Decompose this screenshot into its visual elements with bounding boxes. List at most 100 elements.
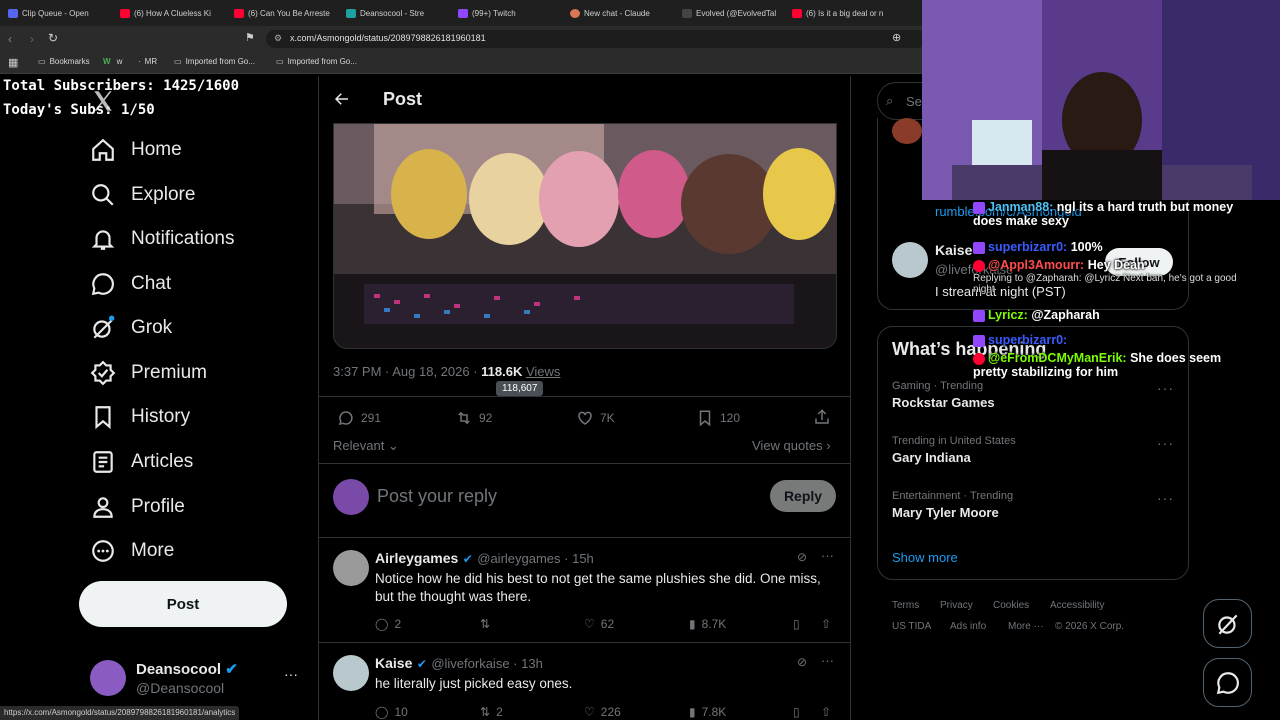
sidebar-item-label: Chat xyxy=(131,273,172,294)
repost-action[interactable]: 92 xyxy=(455,409,492,427)
reply-action[interactable]: ◯ 10 xyxy=(375,705,408,719)
webcam-overlay xyxy=(922,0,1280,200)
browser-tab[interactable]: Deansocool - Stre xyxy=(346,3,446,23)
sidebar-item-chat[interactable]: Chat xyxy=(90,267,171,301)
post-views-link[interactable]: Views xyxy=(526,364,560,379)
trend-more-icon[interactable]: ··· xyxy=(1157,490,1174,506)
repost-action[interactable]: ⇅ 2 xyxy=(480,705,503,719)
browser-tab[interactable]: (99+) Twitch xyxy=(458,3,558,23)
bookmark-item[interactable]: ▭ Imported from Go... xyxy=(276,57,357,66)
browser-tab[interactable]: (6) Can You Be Arreste xyxy=(234,3,342,23)
url-input[interactable]: ⚙ x.com/Asmongold/status/208979882618196… xyxy=(266,30,926,48)
tab-label: (99+) Twitch xyxy=(472,8,516,18)
trend-more-icon[interactable]: ··· xyxy=(1157,435,1174,451)
sidebar-item-profile[interactable]: Profile xyxy=(90,490,185,524)
footer-link[interactable]: More ··· xyxy=(1008,621,1044,632)
bookmark-item[interactable]: Ww xyxy=(103,57,122,66)
x-logo-icon[interactable] xyxy=(90,88,116,114)
apps-grid-icon[interactable]: ▦ xyxy=(8,56,18,69)
back-icon[interactable]: ‹ xyxy=(8,32,12,46)
site-info-icon[interactable]: ⚙ xyxy=(274,33,282,44)
views-action[interactable]: ▮ 7.8K xyxy=(689,705,726,719)
repost-action[interactable]: ⇅ xyxy=(480,617,496,631)
url-text: x.com/Asmongold/status/20897988261819601… xyxy=(290,33,486,43)
footer-link[interactable]: Cookies xyxy=(993,600,1029,611)
reply-composer-input[interactable]: Post your reply xyxy=(377,486,497,507)
reply-author-name[interactable]: Kaise xyxy=(375,655,412,671)
reply-text: he literally just picked easy ones. xyxy=(375,676,573,691)
footer-link[interactable]: Privacy xyxy=(940,600,973,611)
browser-tab[interactable]: (6) Is it a big deal or n xyxy=(792,3,898,23)
trend-item[interactable]: Entertainment · Trending Mary Tyler Moor… xyxy=(892,490,1013,520)
grok-float-button[interactable] xyxy=(1203,599,1252,648)
more-icon[interactable]: ··· xyxy=(821,653,834,668)
share-icon[interactable]: ⇧ xyxy=(821,705,831,719)
bookmark-item[interactable]: ▭ Imported from Go... xyxy=(174,57,255,66)
trend-item[interactable]: Trending in United States Gary Indiana xyxy=(892,435,1016,465)
grok-icon[interactable]: ⊘ xyxy=(797,655,807,669)
bookmark-item[interactable]: · MR xyxy=(138,57,157,66)
reply-action[interactable]: 291 xyxy=(337,409,381,427)
messages-float-button[interactable] xyxy=(1203,658,1252,707)
footer-link[interactable]: Terms xyxy=(892,600,919,611)
zoom-icon[interactable]: ⊕ xyxy=(892,31,901,44)
show-more-link[interactable]: Show more xyxy=(892,550,958,565)
reply-item[interactable]: Airleygames ✔ @airleygames · 15h ⊘ ··· N… xyxy=(319,538,850,642)
grok-icon[interactable]: ⊘ xyxy=(797,550,807,564)
plushies-photo xyxy=(334,124,836,348)
reply-action[interactable]: ◯ 2 xyxy=(375,617,401,631)
post-button[interactable]: Post xyxy=(79,581,287,627)
sidebar-item-premium[interactable]: Premium xyxy=(90,356,207,390)
sort-dropdown[interactable]: Relevant ⌄ xyxy=(333,438,399,454)
heart-icon: ♡ xyxy=(584,617,595,631)
heart-icon: ♡ xyxy=(584,705,595,719)
reply-item[interactable]: Kaise ✔ @liveforkaise · 13h ⊘ ··· he lit… xyxy=(319,643,850,720)
sidebar-item-articles[interactable]: Articles xyxy=(90,445,193,479)
reply-author-name[interactable]: Airleygames xyxy=(375,550,458,566)
like-action[interactable]: ♡ 62 xyxy=(584,617,614,631)
browser-tab[interactable]: Clip Queue - Open xyxy=(8,3,116,23)
back-arrow-icon[interactable] xyxy=(333,90,351,108)
trend-more-icon[interactable]: ··· xyxy=(1157,380,1174,396)
bookmark-icon[interactable]: ▯ xyxy=(793,705,800,719)
sidebar-item-history[interactable]: History xyxy=(90,400,190,434)
sidebar-item-explore[interactable]: Explore xyxy=(90,178,195,212)
sidebar-item-more[interactable]: More xyxy=(90,534,174,568)
bookmark-item[interactable]: ▭ Bookmarks xyxy=(38,57,90,66)
share-icon[interactable]: ⇧ xyxy=(821,617,831,631)
bookmark-star-icon[interactable]: ⚑ xyxy=(245,31,255,44)
reply-icon: ◯ xyxy=(375,705,389,719)
browser-tab[interactable]: Evolved (@EvolvedTal xyxy=(682,3,782,23)
profile-name[interactable]: Kaise xyxy=(935,242,972,258)
bookmark-folder-icon: ▭ xyxy=(276,57,284,66)
footer-link[interactable]: US TIDA xyxy=(892,621,931,632)
bookmark-action[interactable]: 120 xyxy=(696,409,740,427)
post-timestamp[interactable]: 3:37 PM · Aug 18, 2026 · xyxy=(333,364,481,379)
more-icon[interactable]: ··· xyxy=(821,548,834,563)
reply-author: Airleygames ✔ @airleygames · 15h xyxy=(375,550,594,568)
account-switcher[interactable]: Deansocool ✔ @Deansocool ··· xyxy=(90,660,310,700)
reload-icon[interactable]: ↻ xyxy=(48,31,58,45)
share-icon[interactable] xyxy=(813,408,831,426)
forward-icon[interactable]: › xyxy=(30,32,34,46)
post-media-image[interactable] xyxy=(333,123,837,349)
views-action[interactable]: ▮ 8.7K xyxy=(689,617,726,631)
account-more-icon[interactable]: ··· xyxy=(284,666,298,682)
sidebar-item-grok[interactable]: Grok xyxy=(90,311,172,345)
browser-tab[interactable]: New chat - Claude xyxy=(570,3,670,23)
tab-favicon-icon xyxy=(570,8,580,18)
footer-link[interactable]: Accessibility xyxy=(1050,600,1104,611)
reply-author-handle[interactable]: @liveforkaise · 13h xyxy=(431,656,542,671)
like-action[interactable]: ♡ 226 xyxy=(584,705,621,719)
chat-user: @Appl3Amourr: xyxy=(988,258,1085,272)
sidebar-item-home[interactable]: Home xyxy=(90,133,182,167)
browser-tab[interactable]: (6) How A Clueless Ki xyxy=(120,3,230,23)
footer-link[interactable]: Ads info xyxy=(950,621,986,632)
view-quotes-link[interactable]: View quotes › xyxy=(752,438,831,453)
like-action[interactable]: 7K xyxy=(576,409,615,427)
reply-button[interactable]: Reply xyxy=(770,480,836,512)
bookmark-icon[interactable]: ▯ xyxy=(793,617,800,631)
trend-item[interactable]: Gaming · Trending Rockstar Games xyxy=(892,380,995,410)
reply-author-handle[interactable]: @airleygames · 15h xyxy=(477,551,594,566)
sidebar-item-notifications[interactable]: Notifications xyxy=(90,222,235,256)
